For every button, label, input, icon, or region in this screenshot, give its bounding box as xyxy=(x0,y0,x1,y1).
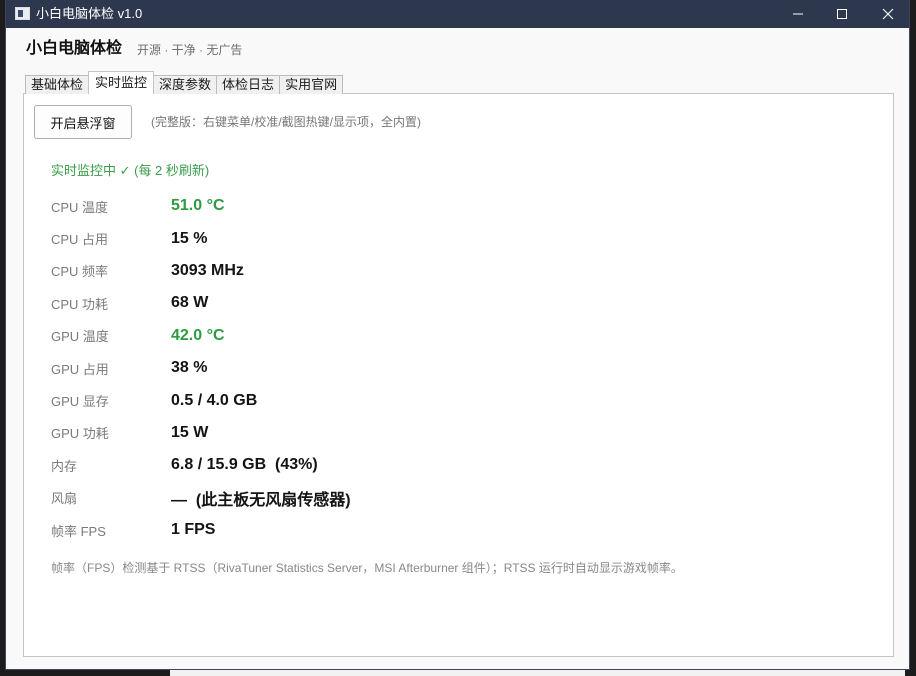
maximize-icon xyxy=(837,9,847,19)
metric-row: CPU 占用 15 % xyxy=(51,222,351,254)
minimize-button[interactable] xyxy=(775,0,821,28)
metric-label: GPU 温度 xyxy=(51,329,109,345)
background-window-strip xyxy=(170,670,905,676)
metric-row: 内存 6.8 / 15.9 GB (43%) xyxy=(51,449,351,481)
metric-value: 0.5 / 4.0 GB xyxy=(171,391,258,409)
tab-bar: 基础体检 实时监控 深度参数 体检日志 实用官网 xyxy=(25,71,344,94)
minimize-icon xyxy=(793,13,803,15)
fps-footnote: 帧率（FPS）检测基于 RTSS（RivaTuner Statistics Se… xyxy=(51,561,683,575)
metric-label: CPU 温度 xyxy=(51,199,109,215)
app-icon-inner xyxy=(18,10,23,17)
title-bar[interactable]: 小白电脑体检 v1.0 xyxy=(6,0,909,28)
app-tagline: 开源 · 干净 · 无广告 xyxy=(137,43,243,57)
tab-realtime-monitor[interactable]: 实时监控 xyxy=(88,71,155,94)
metric-value: — (此主板无风扇传感器) xyxy=(171,491,351,509)
metric-row: 风扇 — (此主板无风扇传感器) xyxy=(51,482,351,514)
metric-label: CPU 功耗 xyxy=(51,296,109,312)
monitor-status: 实时监控中 ✓ (每 2 秒刷新) xyxy=(51,163,210,178)
floating-window-hint: (完整版：右键菜单/校准/截图热键/显示项，全内置) xyxy=(151,115,421,129)
maximize-button[interactable] xyxy=(819,0,865,28)
metric-label: GPU 功耗 xyxy=(51,426,109,442)
metric-row: GPU 功耗 15 W xyxy=(51,417,351,449)
metric-label: 帧率 FPS xyxy=(51,523,106,539)
metric-label: CPU 占用 xyxy=(51,232,109,248)
app-window-icon xyxy=(15,7,30,20)
tab-useful-sites[interactable]: 实用官网 xyxy=(279,75,344,94)
tab-check-log[interactable]: 体检日志 xyxy=(216,75,281,94)
metric-value: 68 W xyxy=(171,294,209,312)
metric-value: 42.0 °C xyxy=(171,326,225,344)
metric-value: 51.0 °C xyxy=(171,197,225,215)
tab-basic-check[interactable]: 基础体检 xyxy=(25,75,90,94)
metric-value: 3093 MHz xyxy=(171,261,244,279)
metric-value: 38 % xyxy=(171,359,208,377)
metric-row: CPU 温度 51.0 °C xyxy=(51,190,351,222)
metric-value: 15 % xyxy=(171,229,208,247)
window-title: 小白电脑体检 v1.0 xyxy=(36,6,143,21)
metric-label: GPU 占用 xyxy=(51,361,109,377)
metric-value: 1 FPS xyxy=(171,521,216,539)
open-floating-window-button[interactable]: 开启悬浮窗 xyxy=(34,105,132,139)
app-heading: 小白电脑体检 xyxy=(26,40,123,57)
metric-value: 15 W xyxy=(171,423,209,441)
metric-label: GPU 显存 xyxy=(51,394,109,410)
metric-row: GPU 显存 0.5 / 4.0 GB xyxy=(51,384,351,416)
metric-value: 6.8 / 15.9 GB (43%) xyxy=(171,456,318,474)
metric-label: 风扇 xyxy=(51,491,78,507)
metric-row: CPU 功耗 68 W xyxy=(51,287,351,319)
close-icon xyxy=(882,8,894,20)
app-window: 小白电脑体检 v1.0 小白电脑体检 开源 · 干净 · 无广告 基础体检 实时… xyxy=(5,0,910,670)
metrics-list: CPU 温度 51.0 °C CPU 占用 15 % CPU 频率 3093 MHz CPU… xyxy=(51,190,351,546)
metric-row: 帧率 FPS 1 FPS xyxy=(51,514,351,546)
metric-row: CPU 频率 3093 MHz xyxy=(51,255,351,287)
tab-panel-realtime: 开启悬浮窗 (完整版：右键菜单/校准/截图热键/显示项，全内置) 实时监控中 ✓… xyxy=(23,93,894,657)
metric-label: CPU 频率 xyxy=(51,264,109,280)
metric-label: 内存 xyxy=(51,458,78,474)
close-button[interactable] xyxy=(865,0,909,28)
tab-deep-params[interactable]: 深度参数 xyxy=(153,75,218,94)
metric-row: GPU 占用 38 % xyxy=(51,352,351,384)
metric-row: GPU 温度 42.0 °C xyxy=(51,320,351,352)
